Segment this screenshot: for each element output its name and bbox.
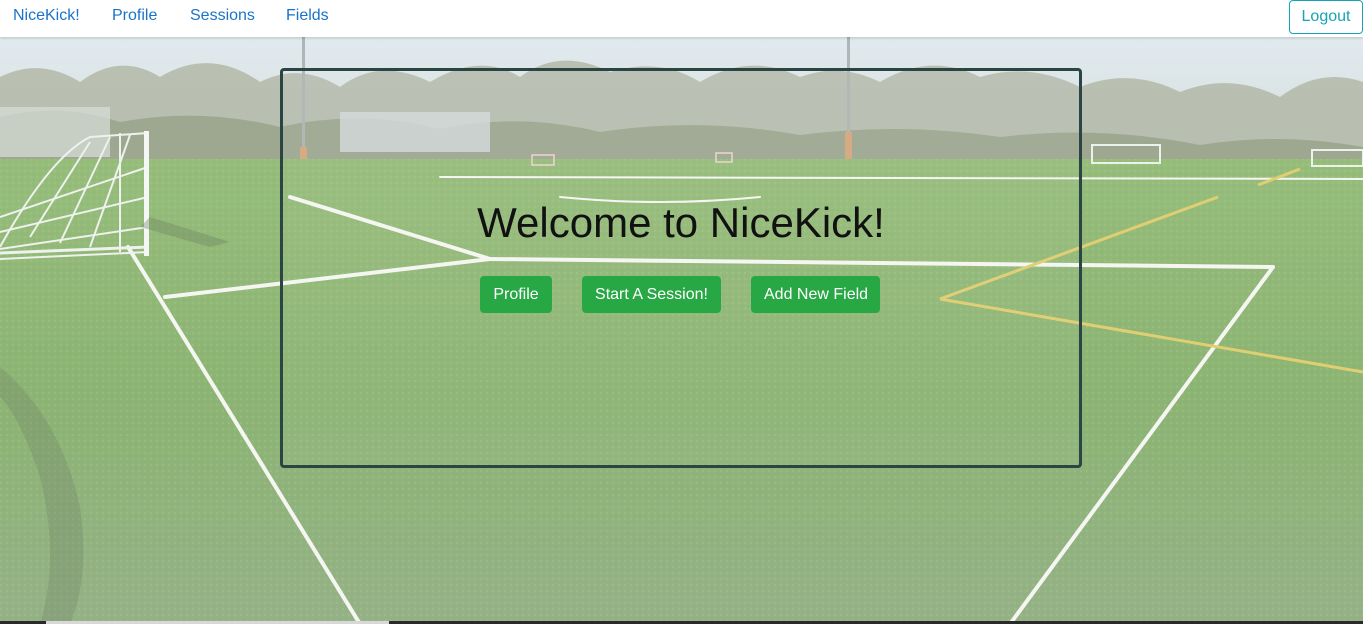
top-navbar: NiceKick! Profile Sessions Fields Logout bbox=[0, 0, 1363, 37]
profile-button[interactable]: Profile bbox=[480, 276, 552, 313]
nav-profile-link[interactable]: Profile bbox=[112, 7, 157, 25]
add-new-field-button[interactable]: Add New Field bbox=[751, 276, 880, 313]
nav-sessions-link[interactable]: Sessions bbox=[190, 7, 255, 25]
start-session-button[interactable]: Start A Session! bbox=[582, 276, 721, 313]
welcome-title: Welcome to NiceKick! bbox=[477, 199, 885, 246]
nav-fields-link[interactable]: Fields bbox=[286, 7, 329, 25]
logout-button[interactable]: Logout bbox=[1289, 0, 1363, 34]
nav-brand-link[interactable]: NiceKick! bbox=[13, 7, 80, 25]
welcome-card: Welcome to NiceKick! Profile Start A Ses… bbox=[280, 68, 1082, 468]
